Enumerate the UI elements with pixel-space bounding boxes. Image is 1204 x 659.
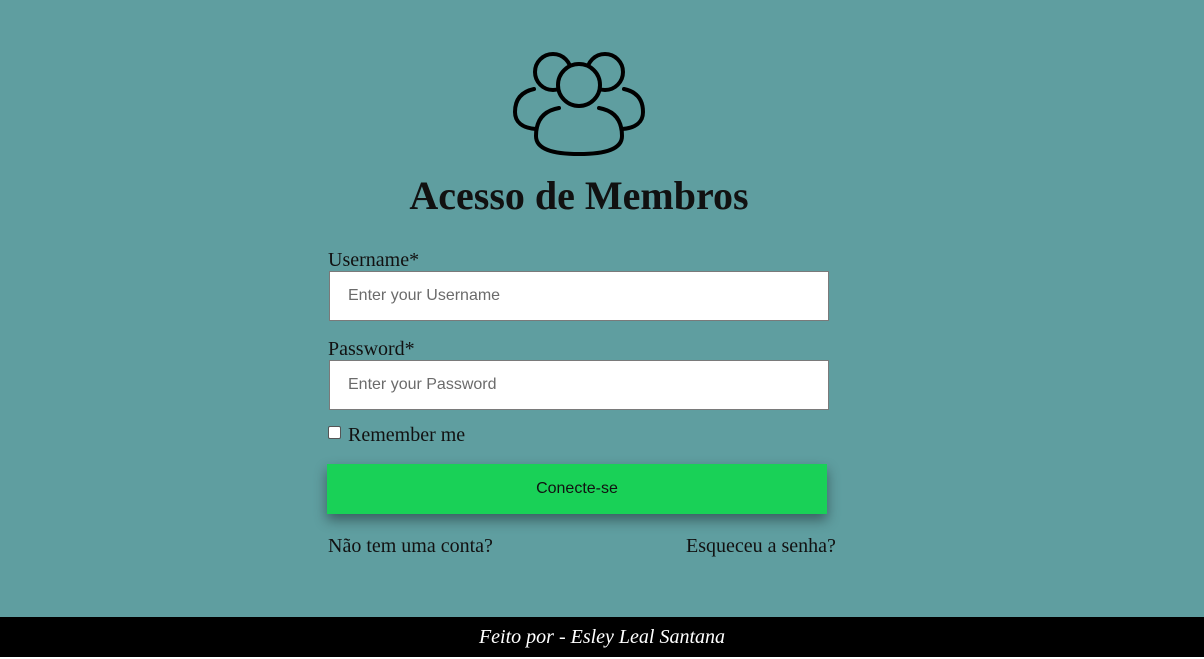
username-input[interactable]: [329, 271, 829, 321]
login-button[interactable]: Conecte-se: [327, 464, 827, 514]
remember-me-checkbox[interactable]: [328, 426, 341, 439]
login-button-label: Conecte-se: [536, 480, 618, 497]
footer-credit: Feito por - Esley Leal Santana: [478, 625, 726, 648]
remember-me-row: Remember me: [327, 424, 465, 447]
footer: Feito por - Esley Leal Santana: [0, 617, 1204, 657]
signup-link[interactable]: Não tem uma conta?: [328, 535, 493, 557]
password-input[interactable]: [329, 360, 829, 410]
username-label: Username*: [328, 249, 420, 271]
password-label: Password*: [328, 338, 415, 360]
users-group-icon: [513, 52, 645, 156]
remember-me-label[interactable]: Remember me: [348, 424, 465, 447]
forgot-password-link[interactable]: Esqueceu a senha?: [686, 535, 836, 557]
page-title: Acesso de Membros: [409, 173, 749, 218]
